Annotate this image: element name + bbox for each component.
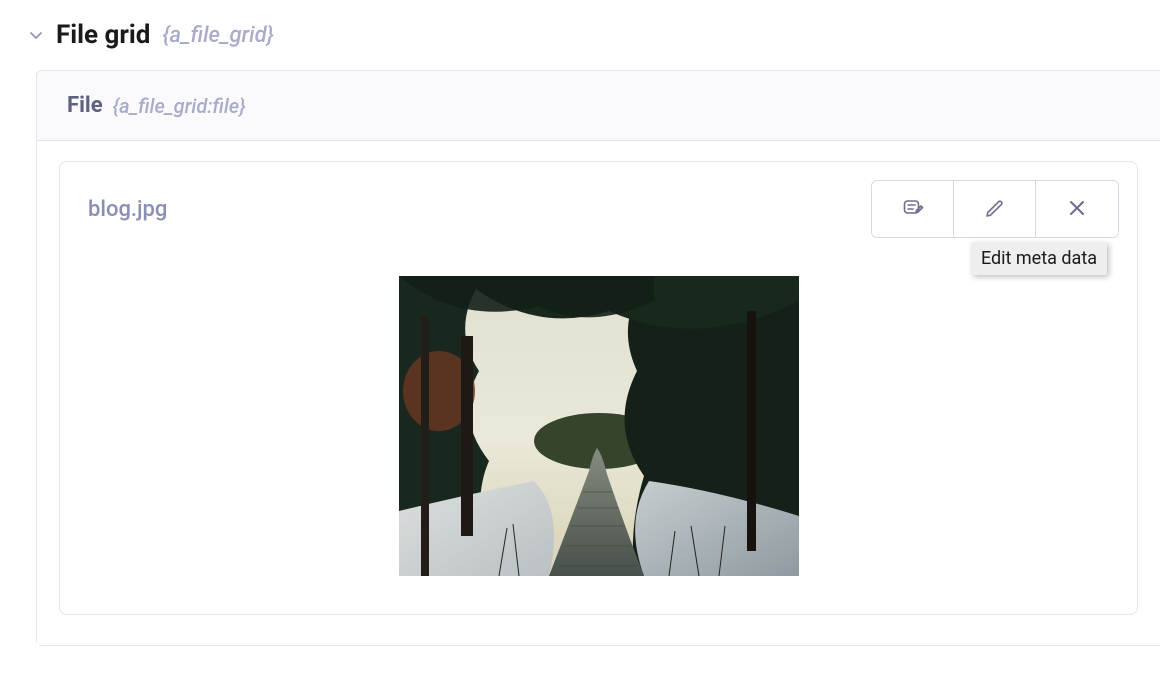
section-title: File grid xyxy=(56,20,150,50)
chevron-down-icon[interactable] xyxy=(28,27,44,43)
file-actions xyxy=(871,180,1119,238)
image-preview xyxy=(78,256,1119,596)
section-tag: {a_file_grid} xyxy=(162,23,273,48)
file-card: blog.jpg xyxy=(59,161,1138,615)
edit-button[interactable] xyxy=(954,181,1036,237)
pencil-icon xyxy=(983,196,1007,223)
remove-button[interactable] xyxy=(1036,181,1118,237)
tooltip-edit-meta: Edit meta data xyxy=(971,242,1107,275)
file-name: blog.jpg xyxy=(78,197,167,222)
note-icon xyxy=(901,196,925,223)
field-panel: File {a_file_grid:file} blog.jpg xyxy=(36,70,1160,646)
section-header: File grid {a_file_grid} xyxy=(0,0,1160,70)
close-icon xyxy=(1065,196,1089,223)
field-panel-body: blog.jpg xyxy=(37,141,1160,645)
field-panel-header: File {a_file_grid:file} xyxy=(37,71,1160,141)
field-tag: {a_file_grid:file} xyxy=(113,94,246,118)
field-title: File xyxy=(67,93,103,118)
preview-image xyxy=(399,276,799,576)
edit-meta-button[interactable] xyxy=(872,181,954,237)
file-card-header: blog.jpg xyxy=(78,180,1119,238)
